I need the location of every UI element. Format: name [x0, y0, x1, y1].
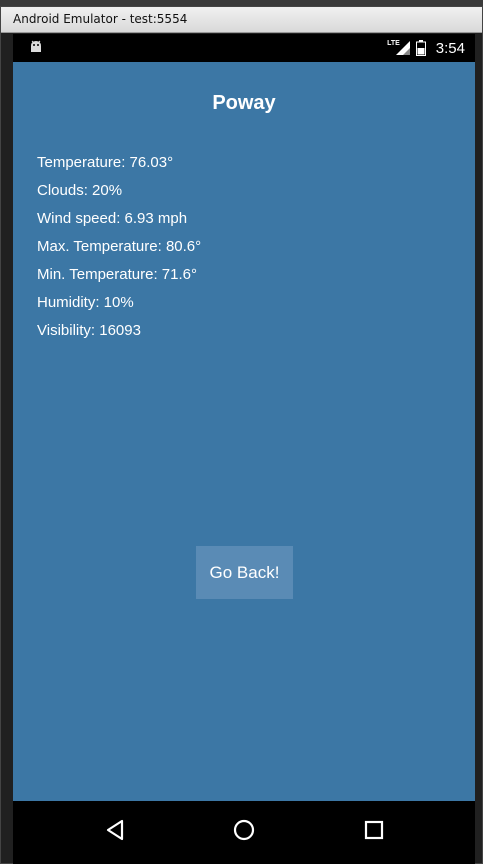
status-bar: LTE 3:54	[13, 34, 475, 62]
weather-details-list: Temperature: 76.03° Clouds: 20% Wind spe…	[37, 153, 201, 349]
emulator-window: Android Emulator - test:5554 LTE 3:54 Po…	[0, 6, 483, 864]
navigation-bar	[13, 801, 475, 864]
android-icon	[31, 40, 41, 52]
recents-square-icon[interactable]	[359, 815, 389, 845]
status-icons: LTE 3:54	[387, 38, 465, 58]
go-back-button[interactable]: Go Back!	[196, 546, 293, 599]
battery-icon	[415, 40, 426, 56]
device-screen: LTE 3:54 Poway Temperature: 76.03° Cloud…	[13, 34, 475, 864]
wind-speed-text: Wind speed: 6.93 mph	[37, 210, 188, 227]
clouds-text: Clouds: 20%	[37, 182, 123, 199]
home-circle-icon[interactable]	[229, 815, 259, 845]
status-clock: 3:54	[435, 39, 465, 57]
min-temperature-text: Min. Temperature: 71.6°	[37, 266, 197, 283]
network-type-label: LTE	[387, 39, 400, 47]
visibility-text: Visibility: 16093	[37, 322, 141, 339]
temperature-text: Temperature: 76.03°	[37, 154, 174, 171]
window-title: Android Emulator - test:5554	[13, 12, 188, 26]
page-title: Poway	[212, 92, 276, 114]
weather-app: Poway Temperature: 76.03° Clouds: 20% Wi…	[13, 62, 475, 801]
window-titlebar[interactable]: Android Emulator - test:5554	[1, 7, 482, 33]
humidity-text: Humidity: 10%	[37, 294, 134, 311]
max-temperature-text: Max. Temperature: 80.6°	[37, 238, 202, 255]
screen: Android Emulator - test:5554 LTE 3:54 Po…	[0, 0, 483, 864]
back-triangle-icon[interactable]	[101, 815, 131, 845]
